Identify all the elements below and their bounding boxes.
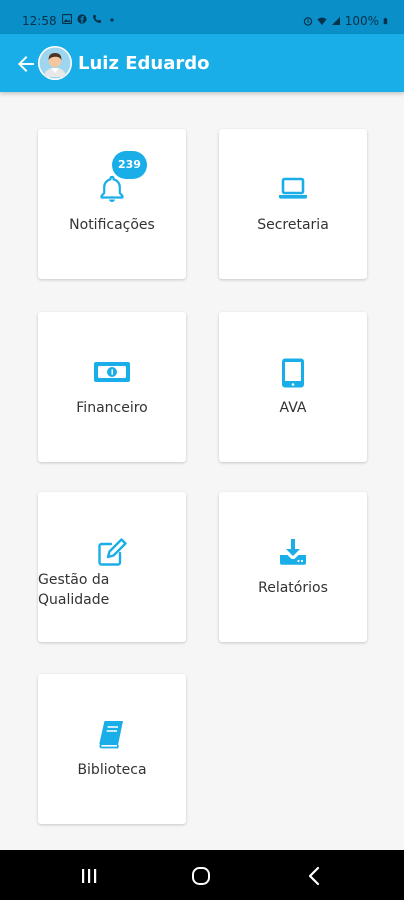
arrow-left-icon[interactable] [14, 52, 38, 76]
recent-apps-icon[interactable] [78, 865, 100, 887]
back-icon[interactable] [304, 865, 326, 887]
card-notificacoes[interactable]: 239 Notificações [38, 129, 186, 279]
app-bar: Luiz Eduardo [0, 34, 404, 92]
tablet-icon [282, 358, 304, 388]
status-time: 12:58 [22, 14, 57, 28]
avatar[interactable] [38, 46, 72, 80]
card-label: Relatórios [258, 580, 328, 596]
status-left-icons [62, 14, 117, 24]
notification-badge: 239 [112, 151, 147, 179]
card-label: Financeiro [76, 400, 148, 416]
laptop-icon [279, 177, 307, 199]
card-label-line2: Qualidade [38, 592, 110, 608]
system-nav-bar [0, 850, 404, 900]
money-icon [94, 362, 130, 382]
card-relatorios[interactable]: Relatórios [219, 492, 367, 642]
wifi-icon [317, 17, 327, 25]
card-gestao-qualidade[interactable]: Gestão da Qualidade [38, 492, 186, 642]
status-bar: 12:58 100% [0, 0, 404, 34]
card-financeiro[interactable]: Financeiro [38, 312, 186, 462]
card-biblioteca[interactable]: Biblioteca [38, 674, 186, 824]
image-icon [62, 14, 72, 24]
signal-icon [331, 17, 340, 25]
card-label-line1: Gestão da [38, 572, 110, 588]
home-icon[interactable] [190, 865, 212, 887]
card-label: Secretaria [257, 217, 329, 233]
phone-icon [93, 15, 101, 23]
dot-icon [110, 18, 114, 22]
card-label: AVA [279, 400, 307, 416]
battery-icon [383, 17, 388, 25]
card-secretaria[interactable]: Secretaria [219, 129, 367, 279]
card-label: Gestão da Qualidade [38, 570, 186, 610]
alarm-icon [303, 17, 312, 26]
status-right-icons: 100% [303, 14, 390, 28]
card-ava[interactable]: AVA [219, 312, 367, 462]
download-icon [280, 539, 306, 565]
page-title: Luiz Eduardo [78, 53, 210, 74]
user-avatar-icon [38, 46, 72, 80]
battery-percent: 100% [344, 14, 379, 28]
facebook-icon [77, 14, 87, 24]
book-icon [99, 721, 123, 749]
card-label: Biblioteca [77, 762, 147, 778]
edit-icon [98, 538, 127, 566]
card-label: Notificações [69, 217, 155, 233]
